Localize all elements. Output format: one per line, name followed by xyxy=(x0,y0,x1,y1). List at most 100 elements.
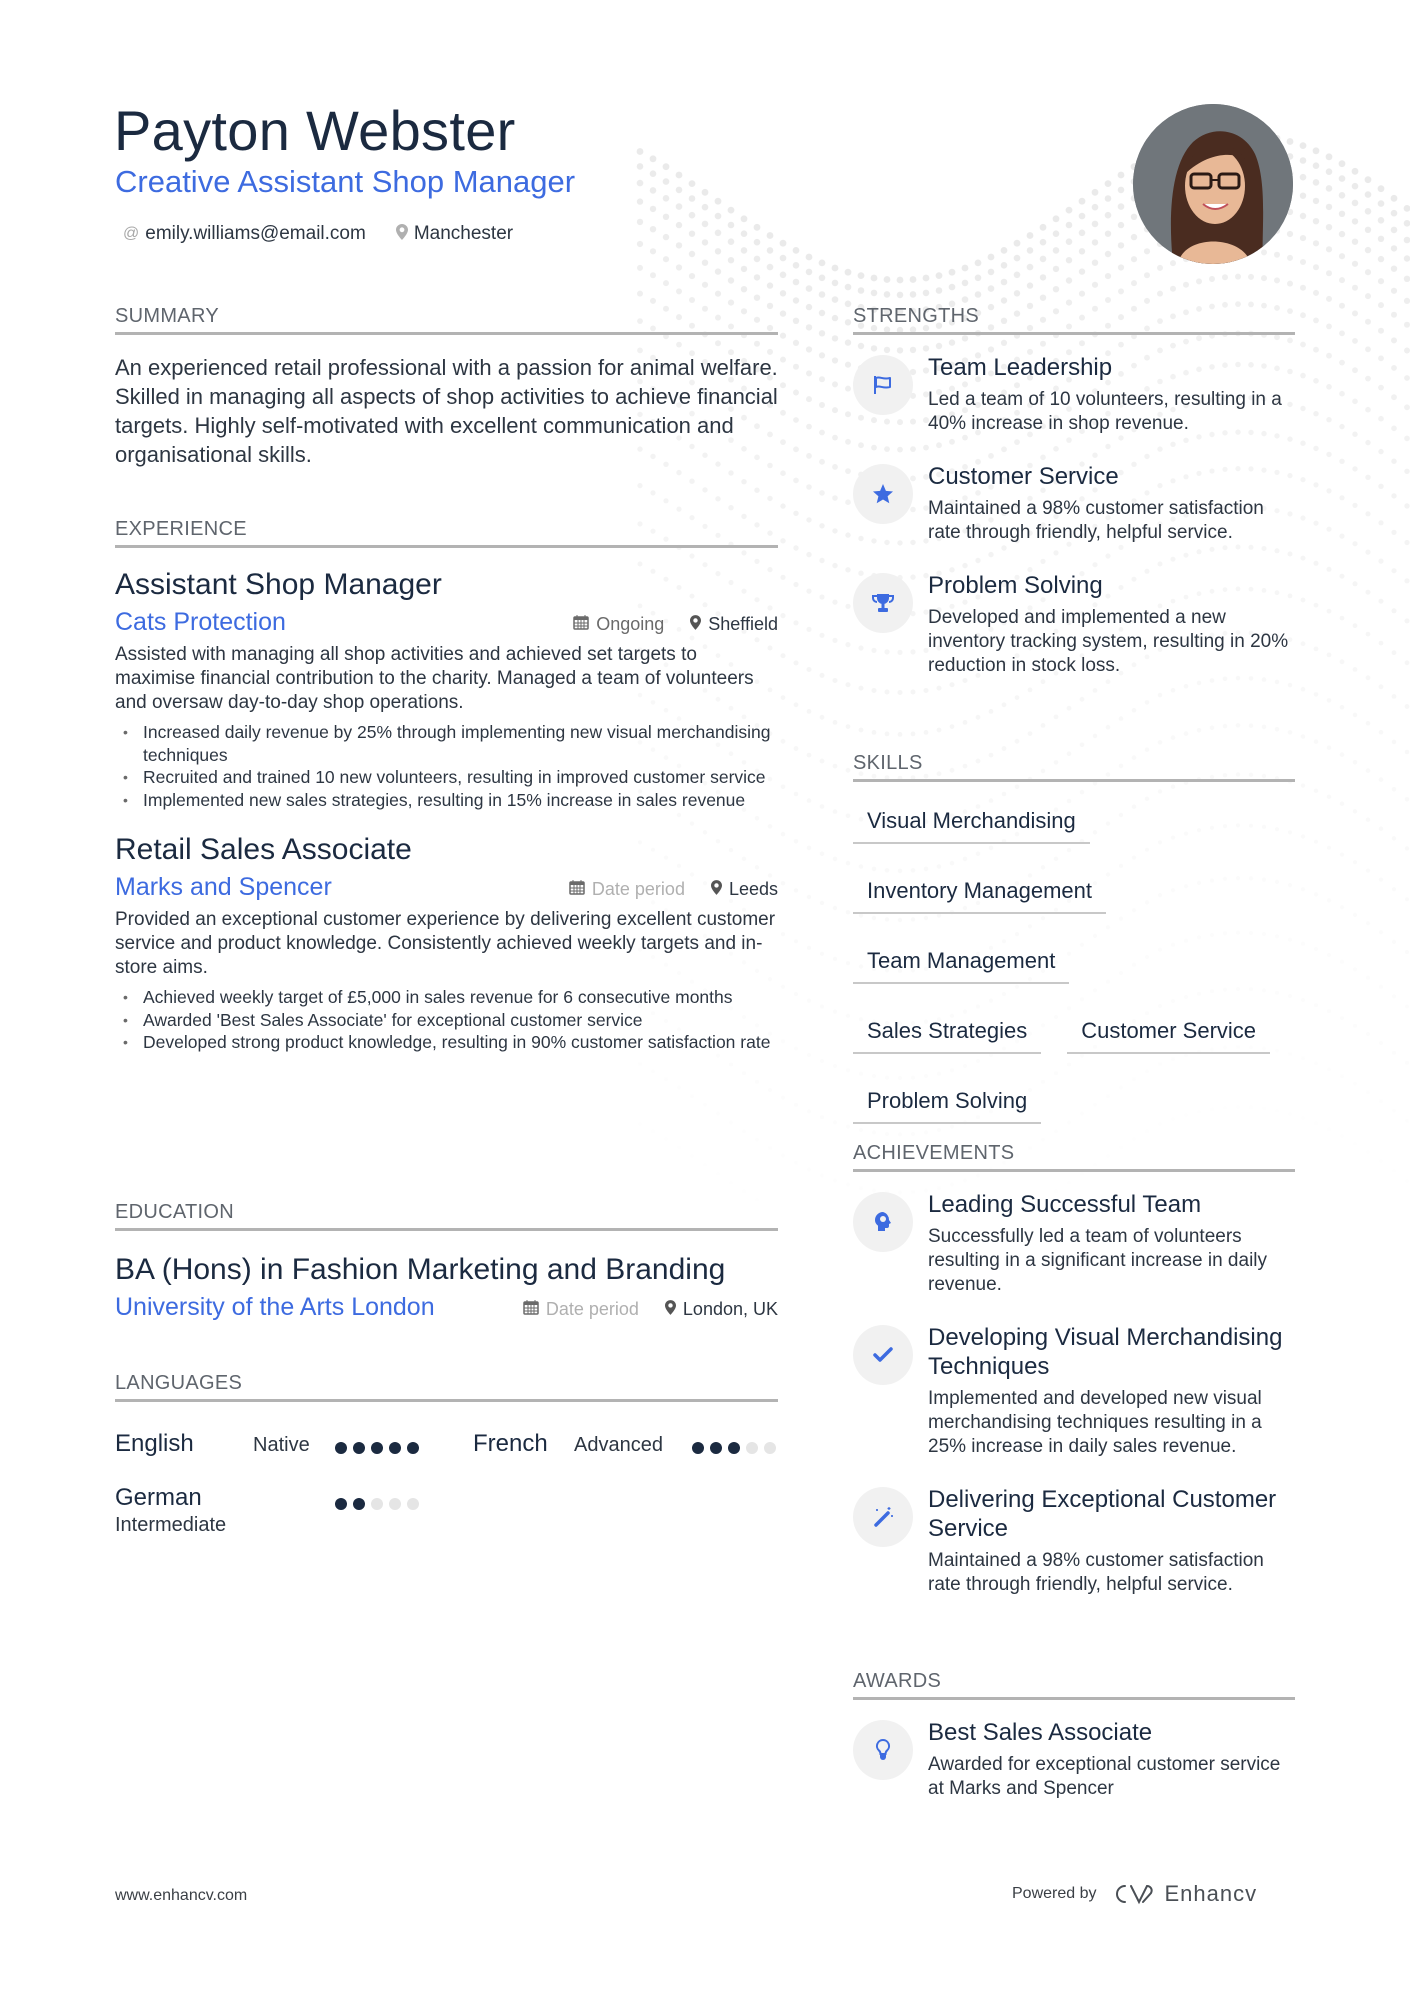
experience-section: EXPERIENCE Assistant Shop Manager Cats P… xyxy=(115,518,778,1054)
section-title: STRENGTHS xyxy=(853,305,1295,335)
award-title: Best Sales Associate xyxy=(928,1719,1153,1746)
job-description: Provided an exceptional customer experie… xyxy=(115,909,776,978)
rating-dot-empty xyxy=(389,1498,401,1510)
job-date: Ongoing xyxy=(596,614,665,634)
language-rating xyxy=(335,1498,419,1510)
strength-item: Customer Service Maintained a 98% custom… xyxy=(853,462,1295,545)
skills-section: SKILLS Visual Merchandising Inventory Ma… xyxy=(853,752,1295,1124)
job-bullets: Achieved weekly target of £5,000 in sale… xyxy=(115,986,778,1054)
contact-location: Manchester xyxy=(395,223,514,245)
skill-tag: Inventory Management xyxy=(853,872,1107,914)
job-bullets: Increased daily revenue by 25% through i… xyxy=(115,721,778,811)
strength-text: Developed and implemented a new inventor… xyxy=(928,607,1289,676)
skill-tag: Team Management xyxy=(853,942,1070,984)
profile-photo xyxy=(1133,104,1293,264)
job-bullet: Implemented new sales strategies, result… xyxy=(115,789,778,812)
section-title: SUMMARY xyxy=(115,305,778,335)
footer-powered-by: Powered by Enhancv xyxy=(1012,1881,1257,1907)
education-location: London, UK xyxy=(682,1299,778,1319)
job-bullet: Developed strong product knowledge, resu… xyxy=(115,1031,778,1054)
rating-dot-filled xyxy=(335,1498,347,1510)
language-level: Intermediate xyxy=(115,1514,227,1536)
language-name: French xyxy=(473,1430,548,1457)
achievement-title: Delivering Exceptional Customer Service xyxy=(928,1486,1277,1542)
strength-title: Team Leadership xyxy=(928,354,1113,381)
strength-text: Led a team of 10 volunteers, resulting i… xyxy=(928,389,1282,434)
language-name: English xyxy=(115,1430,194,1457)
check-icon xyxy=(853,1325,913,1385)
job-location: Sheffield xyxy=(708,614,778,634)
location-text: Manchester xyxy=(413,223,514,244)
achievement-item: Developing Visual Merchandising Techniqu… xyxy=(853,1323,1295,1459)
achievement-text: Implemented and developed new visual mer… xyxy=(928,1388,1262,1457)
language-level: Advanced xyxy=(574,1434,663,1456)
calendar-icon xyxy=(569,879,585,900)
flag-icon xyxy=(853,355,913,415)
section-title: SKILLS xyxy=(853,752,1295,782)
skill-tag: Sales Strategies xyxy=(853,1012,1042,1054)
skills-list: Visual Merchandising Inventory Managemen… xyxy=(853,802,1295,1124)
achievement-title: Leading Successful Team xyxy=(928,1191,1202,1218)
section-title: AWARDS xyxy=(853,1670,1295,1700)
job-date: Date period xyxy=(591,879,685,899)
job-bullet: Recruited and trained 10 new volunteers,… xyxy=(115,766,778,789)
map-pin-icon xyxy=(664,1299,676,1320)
company-name: Cats Protection xyxy=(115,608,286,636)
enhancv-brand[interactable]: Enhancv xyxy=(1111,1881,1258,1907)
strength-item: Team Leadership Led a team of 10 volunte… xyxy=(853,353,1295,436)
at-icon: @ xyxy=(123,225,140,242)
skill-tag: Customer Service xyxy=(1067,1012,1271,1054)
rating-dot-filled xyxy=(389,1442,401,1454)
languages-list: English Native French Advanced German In… xyxy=(115,1422,778,1552)
rating-dot-filled xyxy=(407,1442,419,1454)
award-item: Best Sales Associate Awarded for excepti… xyxy=(853,1718,1295,1801)
enhancv-logo-icon xyxy=(1115,1884,1153,1905)
job-bullet: Achieved weekly target of £5,000 in sale… xyxy=(115,986,778,1009)
contact-email[interactable]: @ emily.williams@email.com xyxy=(123,223,366,245)
rating-dot-empty xyxy=(407,1498,419,1510)
candidate-headline: Creative Assistant Shop Manager xyxy=(115,164,576,199)
brand-name: Enhancv xyxy=(1164,1881,1258,1906)
achievements-section: ACHIEVEMENTS Leading Successful Team Suc… xyxy=(853,1142,1295,1597)
map-pin-icon xyxy=(395,223,408,245)
rating-dot-filled xyxy=(728,1442,740,1454)
map-pin-icon xyxy=(710,879,722,900)
experience-entry: Assistant Shop Manager Cats Protection O… xyxy=(115,568,778,811)
language-name: German xyxy=(115,1484,202,1511)
head-brain-icon xyxy=(853,1192,913,1252)
achievement-item: Delivering Exceptional Customer Service … xyxy=(853,1485,1295,1597)
strength-title: Customer Service xyxy=(928,463,1119,490)
rating-dot-empty xyxy=(764,1442,776,1454)
section-title: ACHIEVEMENTS xyxy=(853,1142,1295,1172)
rating-dot-empty xyxy=(746,1442,758,1454)
strength-title: Problem Solving xyxy=(928,572,1103,599)
job-description: Assisted with managing all shop activiti… xyxy=(115,644,754,713)
awards-section: AWARDS Best Sales Associate Awarded for … xyxy=(853,1670,1295,1801)
job-location: Leeds xyxy=(728,879,778,899)
degree-title: BA (Hons) in Fashion Marketing and Brand… xyxy=(115,1253,726,1286)
company-name: Marks and Spencer xyxy=(115,873,332,901)
rating-dot-filled xyxy=(335,1442,347,1454)
school-name: University of the Arts London xyxy=(115,1293,435,1321)
calendar-icon xyxy=(523,1299,539,1320)
skill-tag: Visual Merchandising xyxy=(853,802,1090,844)
footer-website[interactable]: www.enhancv.com xyxy=(115,1887,247,1905)
rating-dot-filled xyxy=(692,1442,704,1454)
magic-wand-icon xyxy=(853,1487,913,1547)
job-title: Assistant Shop Manager xyxy=(115,568,442,601)
achievement-item: Leading Successful Team Successfully led… xyxy=(853,1190,1295,1297)
skill-tag: Problem Solving xyxy=(853,1082,1042,1124)
strength-item: Problem Solving Developed and implemente… xyxy=(853,571,1295,678)
section-title: EDUCATION xyxy=(115,1201,778,1231)
job-bullet: Awarded 'Best Sales Associate' for excep… xyxy=(115,1009,778,1032)
rating-dot-filled xyxy=(353,1442,365,1454)
rating-dot-filled xyxy=(710,1442,722,1454)
rating-dot-filled xyxy=(371,1442,383,1454)
summary-text: An experienced retail professional with … xyxy=(115,355,778,467)
job-bullet: Increased daily revenue by 25% through i… xyxy=(115,721,778,766)
calendar-icon xyxy=(573,614,589,635)
rating-dot-filled xyxy=(353,1498,365,1510)
email-text: emily.williams@email.com xyxy=(145,223,366,244)
achievement-text: Successfully led a team of volunteers re… xyxy=(928,1226,1268,1295)
section-title: EXPERIENCE xyxy=(115,518,778,548)
